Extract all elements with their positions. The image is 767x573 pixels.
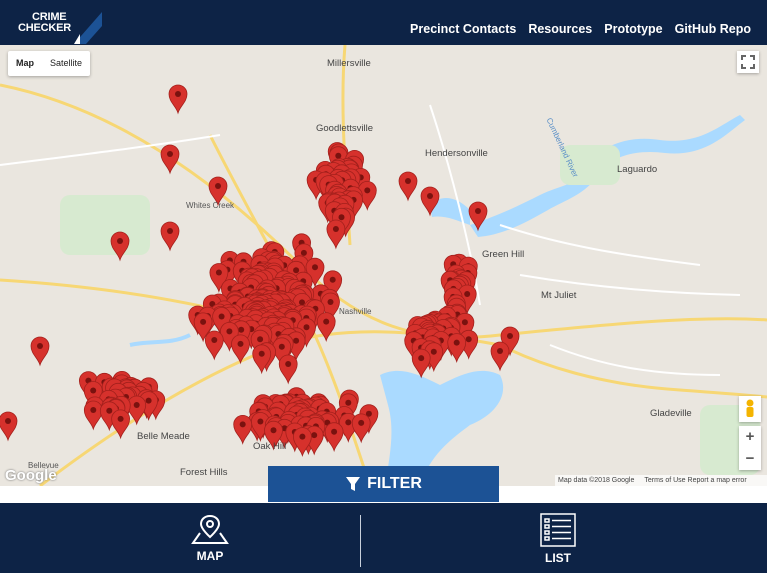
filter-label: FILTER [367,475,422,492]
map-base [0,45,767,486]
incident-marker[interactable] [168,84,188,115]
place-oak-hill: Oak Hill [253,441,287,452]
map-type-map[interactable]: Map [8,51,42,76]
main-nav: Precinct Contacts Resources Prototype Gi… [410,22,751,36]
map-attribution: Map data ©2018 Google Terms of Use Repor… [555,475,767,486]
nav-precinct-contacts[interactable]: Precinct Contacts [410,22,516,36]
place-forest-hills: Forest Hills [180,467,228,478]
place-hendersonville: Hendersonville [425,148,488,159]
map-pin-icon [191,514,229,544]
zoom-control: + − [739,426,761,470]
logo-mark-icon [74,12,102,44]
top-nav-bar: CRIME CHECKER Precinct Contacts Resource… [0,0,767,45]
map-type-control: Map Satellite [8,51,91,76]
incident-marker[interactable] [278,354,298,385]
place-mt-juliet: Mt Juliet [541,290,577,301]
nav-prototype[interactable]: Prototype [604,22,662,36]
incident-marker[interactable] [204,330,224,361]
incident-marker[interactable] [252,344,272,375]
place-green-hill: Green Hill [482,249,525,260]
place-nashville: Nashville [339,307,372,316]
map-terms-link[interactable]: Terms of Use Report a map error [644,477,746,484]
nav-resources[interactable]: Resources [528,22,592,36]
incident-marker[interactable] [110,231,130,262]
incident-marker[interactable] [324,422,344,453]
bottom-tab-bar: MAP LIST [0,503,767,573]
fullscreen-icon [741,55,755,69]
incident-marker[interactable] [326,219,346,250]
place-millersville: Millersville [327,58,371,69]
map-data-text: Map data ©2018 Google [558,477,635,484]
place-whites-creek: Whites Creek [186,201,235,210]
tab-map[interactable]: MAP [170,513,250,563]
filter-button[interactable]: FILTER [268,466,499,502]
incident-marker[interactable] [398,171,418,202]
incident-marker[interactable] [411,348,431,379]
zoom-out-button[interactable]: − [739,448,761,470]
incident-marker[interactable] [30,336,50,367]
incident-marker[interactable] [160,221,180,252]
crime-map[interactable]: Millersville Goodlettsville Hendersonvil… [0,45,767,486]
incident-marker[interactable] [0,411,18,442]
tab-map-label: MAP [196,549,224,563]
funnel-icon [346,477,361,491]
place-belle-meade: Belle Meade [137,431,190,442]
fullscreen-button[interactable] [737,51,759,73]
incident-marker[interactable] [127,395,147,426]
place-gladeville: Gladeville [650,408,692,419]
incident-marker[interactable] [83,400,103,431]
tab-list[interactable]: LIST [518,513,598,565]
incident-marker[interactable] [447,333,467,364]
place-laguardo: Laguardo [617,164,658,175]
place-goodlettsville: Goodlettsville [316,123,374,134]
google-logo: Google [5,467,57,484]
incident-marker[interactable] [490,341,510,372]
tab-list-label: LIST [545,551,571,565]
street-view-button[interactable] [739,396,761,422]
incident-marker[interactable] [160,144,180,175]
map-type-satellite[interactable]: Satellite [42,51,90,76]
tab-divider [360,515,361,567]
incident-marker[interactable] [233,415,253,445]
zoom-in-button[interactable]: + [739,426,761,448]
logo-line-2: CHECKER [18,22,71,34]
app-logo[interactable]: CRIME CHECKER [18,12,71,34]
list-icon [540,513,576,547]
nav-github-repo[interactable]: GitHub Repo [675,22,751,36]
pegman-icon [746,399,754,417]
